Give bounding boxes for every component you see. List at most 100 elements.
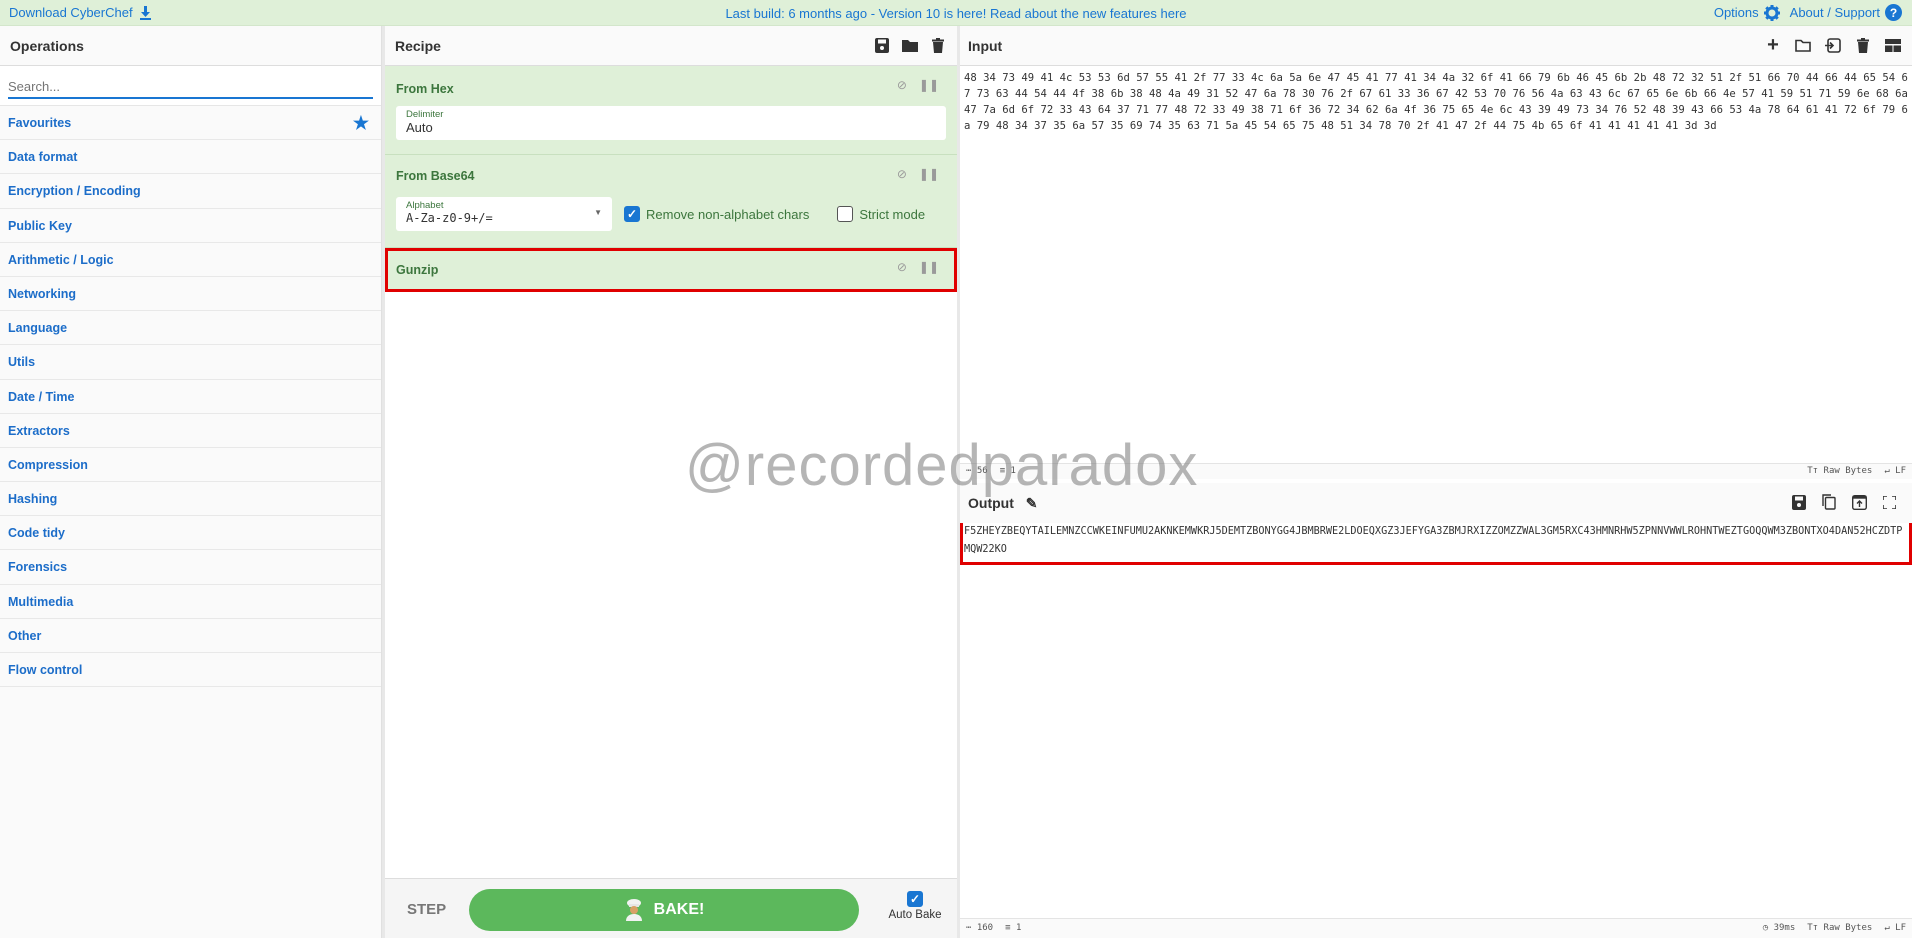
category-networking[interactable]: Networking xyxy=(0,277,381,312)
category-arithmetic-logic[interactable]: Arithmetic / Logic xyxy=(0,243,381,277)
category-code-tidy[interactable]: Code tidy xyxy=(0,516,381,551)
strict-mode-checkbox[interactable]: Strict mode xyxy=(837,206,925,222)
category-label: Extractors xyxy=(8,423,70,438)
breakpoint-button[interactable]: ❚❚ xyxy=(919,260,939,274)
version-notice-link[interactable]: Last build: 6 months ago - Version 10 is… xyxy=(725,6,1186,21)
category-date-time[interactable]: Date / Time xyxy=(0,380,381,414)
clear-recipe-button[interactable] xyxy=(929,36,947,54)
recipe-op-from-hex[interactable]: From Hex ⊘ ❚❚ Delimiter Auto xyxy=(385,66,957,155)
recipe-header: Recipe xyxy=(385,26,957,66)
download-cyberchef-link[interactable]: Download CyberChef xyxy=(9,5,152,20)
output-section: Output ✎ F5ZHEYZBEQYTAILEMNZCCWKEINFUMU2… xyxy=(960,483,1912,938)
fullscreen-icon xyxy=(1882,495,1896,509)
replace-input-button[interactable] xyxy=(1850,493,1868,511)
bake-time: ◷ 39ms xyxy=(1763,923,1796,933)
recipe-op-from-base64[interactable]: From Base64 ⊘ ❚❚ Alphabet A-Za-z0-9+/= ▼… xyxy=(385,155,957,248)
reset-layout-button[interactable] xyxy=(1884,36,1902,54)
auto-bake-checkbox[interactable]: ✓ Auto Bake xyxy=(880,891,950,921)
category-label: Networking xyxy=(8,286,77,301)
recipe-op-gunzip[interactable]: Gunzip ⊘ ❚❚ xyxy=(385,248,957,292)
operations-search-input[interactable] xyxy=(8,75,373,99)
bake-label: BAKE! xyxy=(653,901,705,918)
category-hashing[interactable]: Hashing xyxy=(0,482,381,517)
magic-wand-icon[interactable]: ✎ xyxy=(1026,495,1038,511)
layout-icon xyxy=(1885,38,1901,52)
breakpoint-button[interactable]: ❚❚ xyxy=(919,78,939,92)
category-encryption-encoding[interactable]: Encryption / Encoding xyxy=(0,174,381,209)
output-title: Output xyxy=(968,495,1014,511)
output-header: Output ✎ xyxy=(960,483,1912,523)
pause-icon: ❚❚ xyxy=(918,167,939,181)
category-flow-control[interactable]: Flow control xyxy=(0,653,381,688)
category-utils[interactable]: Utils xyxy=(0,345,381,380)
category-label: Flow control xyxy=(8,663,83,677)
delimiter-field[interactable]: Delimiter Auto xyxy=(396,106,946,140)
output-length: ⋯ 160 xyxy=(966,923,994,933)
upload-icon xyxy=(1851,494,1867,510)
field-value: Auto xyxy=(406,120,433,135)
output-text[interactable]: F5ZHEYZBEQYTAILEMNZCCWKEINFUMU2AKNKEMWKR… xyxy=(960,523,1912,559)
category-label: Public Key xyxy=(8,218,72,233)
time-value: 39ms xyxy=(1773,923,1796,933)
alphabet-select[interactable]: Alphabet A-Za-z0-9+/= ▼ xyxy=(396,197,612,231)
eol-value: LF xyxy=(1895,466,1906,476)
input-format-button[interactable]: Tт Raw Bytes xyxy=(1807,466,1872,476)
input-eol-button[interactable]: ↵ LF xyxy=(1884,466,1906,476)
save-recipe-button[interactable] xyxy=(873,36,891,54)
op-name: From Base64 xyxy=(396,169,475,183)
op-name: From Hex xyxy=(396,82,454,96)
category-label: Multimedia xyxy=(8,594,74,609)
category-favourites[interactable]: Favourites ★ xyxy=(0,106,381,141)
folder-icon xyxy=(902,39,918,52)
field-label: Delimiter xyxy=(406,109,444,120)
length-value: 56 xyxy=(976,466,988,476)
breakpoint-button[interactable]: ❚❚ xyxy=(919,167,939,181)
open-folder-button[interactable] xyxy=(1794,36,1812,54)
category-extractors[interactable]: Extractors xyxy=(0,414,381,448)
disable-op-button[interactable]: ⊘ xyxy=(897,260,907,274)
download-label: Download CyberChef xyxy=(9,5,133,20)
bake-button[interactable]: BAKE! xyxy=(469,889,859,931)
about-support-button[interactable]: About / Support ? xyxy=(1790,4,1902,21)
category-forensics[interactable]: Forensics xyxy=(0,550,381,585)
op-name: Gunzip xyxy=(396,263,439,277)
category-language[interactable]: Language xyxy=(0,311,381,346)
category-label: Date / Time xyxy=(8,389,75,404)
category-other[interactable]: Other xyxy=(0,619,381,653)
input-length: ⋯ 56 xyxy=(966,466,988,476)
input-textarea[interactable]: 48 34 73 49 41 4c 53 53 6d 57 55 41 2f 7… xyxy=(960,66,1912,463)
chevron-down-icon: ▼ xyxy=(594,208,602,217)
category-public-key[interactable]: Public Key xyxy=(0,209,381,243)
disable-op-button[interactable]: ⊘ xyxy=(897,78,907,92)
top-bar: Download CyberChef Last build: 6 months … xyxy=(0,0,1912,26)
category-multimedia[interactable]: Multimedia xyxy=(0,585,381,619)
open-file-button[interactable] xyxy=(1824,36,1842,54)
save-output-button[interactable] xyxy=(1790,493,1808,511)
category-label: Hashing xyxy=(8,492,58,507)
folder-icon xyxy=(1795,39,1811,52)
trash-icon xyxy=(1857,37,1869,53)
copy-icon xyxy=(1822,494,1836,510)
load-recipe-button[interactable] xyxy=(901,36,919,54)
disable-op-button[interactable]: ⊘ xyxy=(897,167,907,181)
clear-input-button[interactable] xyxy=(1854,36,1872,54)
category-compression[interactable]: Compression xyxy=(0,448,381,483)
copy-output-button[interactable] xyxy=(1820,493,1838,511)
category-label: Arithmetic / Logic xyxy=(8,252,114,267)
remove-non-alphabet-checkbox[interactable]: ✓ Remove non-alphabet chars xyxy=(624,206,809,222)
step-button[interactable]: STEP xyxy=(407,901,446,918)
output-eol-button[interactable]: ↵ LF xyxy=(1884,923,1906,933)
output-lines: ≡ 1 xyxy=(1005,923,1022,933)
add-tab-button[interactable]: + xyxy=(1764,35,1782,55)
clock-icon: ◷ xyxy=(1762,923,1769,933)
text-format-icon: Tт xyxy=(1807,466,1819,476)
return-icon: ↵ xyxy=(1884,923,1890,933)
output-format-button[interactable]: Tт Raw Bytes xyxy=(1807,923,1872,933)
recipe-panel: Recipe From Hex ⊘ ❚❚ Delimiter Auto From… xyxy=(385,26,957,938)
disable-icon: ⊘ xyxy=(896,260,907,274)
eol-value: LF xyxy=(1895,923,1906,933)
maximise-output-button[interactable] xyxy=(1880,493,1898,511)
options-button[interactable]: Options xyxy=(1714,4,1780,21)
operations-panel: Operations Favourites ★ Data format Encry… xyxy=(0,26,382,938)
category-data-format[interactable]: Data format xyxy=(0,140,381,175)
